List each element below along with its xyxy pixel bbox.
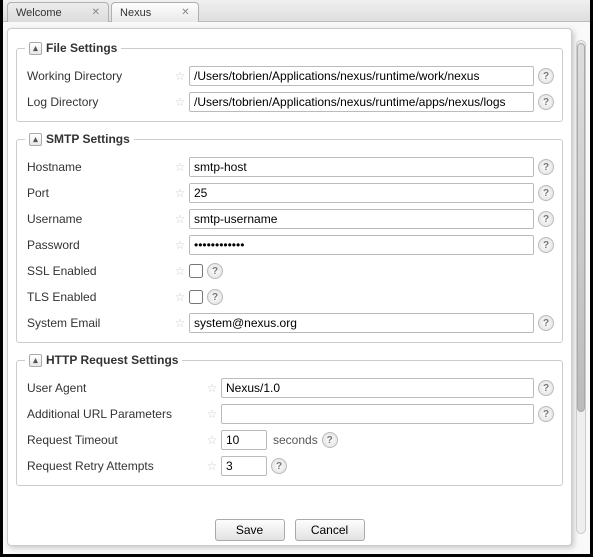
tab-welcome[interactable]: Welcome ✕	[7, 2, 109, 22]
smtp-settings-group: ▴ SMTP Settings Hostname ☆ ? Port ☆ ? Us…	[16, 132, 563, 343]
help-icon[interactable]: ?	[538, 159, 554, 175]
help-icon[interactable]: ?	[538, 380, 554, 396]
cancel-button[interactable]: Cancel	[295, 519, 365, 541]
star-icon: ☆	[173, 186, 187, 200]
help-icon[interactable]: ?	[207, 263, 223, 279]
help-icon[interactable]: ?	[207, 289, 223, 305]
collapse-icon[interactable]: ▴	[29, 133, 42, 146]
log-directory-input[interactable]	[189, 92, 534, 112]
star-icon: ☆	[173, 212, 187, 226]
file-settings-group: ▴ File Settings Working Directory ☆ ? Lo…	[16, 41, 563, 122]
save-button[interactable]: Save	[215, 519, 285, 541]
port-label: Port	[25, 186, 173, 200]
star-icon: ☆	[205, 381, 219, 395]
working-directory-label: Working Directory	[25, 69, 173, 83]
working-directory-input[interactable]	[189, 66, 534, 86]
request-timeout-input[interactable]	[221, 430, 267, 450]
star-icon: ☆	[173, 238, 187, 252]
scrollbar[interactable]	[576, 40, 586, 534]
help-icon[interactable]: ?	[538, 68, 554, 84]
help-icon[interactable]: ?	[538, 315, 554, 331]
tab-nexus[interactable]: Nexus ✕	[111, 2, 199, 22]
star-icon: ☆	[173, 264, 187, 278]
star-icon: ☆	[173, 69, 187, 83]
tls-enabled-checkbox[interactable]	[189, 290, 203, 304]
username-label: Username	[25, 212, 173, 226]
password-label: Password	[25, 238, 173, 252]
tab-welcome-label: Welcome	[16, 7, 62, 19]
addl-url-params-label: Additional URL Parameters	[25, 407, 205, 421]
footer-buttons: Save Cancel	[8, 519, 571, 541]
close-icon[interactable]: ✕	[181, 7, 189, 18]
log-directory-label: Log Directory	[25, 95, 173, 109]
help-icon[interactable]: ?	[538, 406, 554, 422]
password-input[interactable]	[189, 235, 534, 255]
hostname-label: Hostname	[25, 160, 173, 174]
star-icon: ☆	[173, 316, 187, 330]
request-retry-input[interactable]	[221, 456, 267, 476]
system-email-input[interactable]	[189, 313, 534, 333]
star-icon: ☆	[205, 433, 219, 447]
request-retry-label: Request Retry Attempts	[25, 459, 205, 473]
collapse-icon[interactable]: ▴	[29, 354, 42, 367]
file-settings-legend: File Settings	[46, 41, 117, 55]
username-input[interactable]	[189, 209, 534, 229]
http-settings-legend: HTTP Request Settings	[46, 353, 178, 367]
smtp-settings-legend: SMTP Settings	[46, 132, 130, 146]
port-input[interactable]	[189, 183, 534, 203]
addl-url-params-input[interactable]	[221, 404, 534, 424]
collapse-icon[interactable]: ▴	[29, 42, 42, 55]
close-icon[interactable]: ✕	[92, 7, 100, 18]
user-agent-input[interactable]	[221, 378, 534, 398]
tab-nexus-label: Nexus	[120, 7, 151, 19]
help-icon[interactable]: ?	[271, 458, 287, 474]
star-icon: ☆	[173, 160, 187, 174]
star-icon: ☆	[173, 95, 187, 109]
help-icon[interactable]: ?	[322, 432, 338, 448]
timeout-suffix: seconds	[273, 433, 318, 447]
star-icon: ☆	[205, 459, 219, 473]
help-icon[interactable]: ?	[538, 94, 554, 110]
help-icon[interactable]: ?	[538, 211, 554, 227]
help-icon[interactable]: ?	[538, 237, 554, 253]
user-agent-label: User Agent	[25, 381, 205, 395]
system-email-label: System Email	[25, 316, 173, 330]
help-icon[interactable]: ?	[538, 185, 554, 201]
star-icon: ☆	[173, 290, 187, 304]
ssl-enabled-label: SSL Enabled	[25, 264, 173, 278]
tls-enabled-label: TLS Enabled	[25, 290, 173, 304]
ssl-enabled-checkbox[interactable]	[189, 264, 203, 278]
star-icon: ☆	[205, 407, 219, 421]
scrollbar-thumb[interactable]	[577, 43, 585, 412]
http-settings-group: ▴ HTTP Request Settings User Agent ☆ ? A…	[16, 353, 563, 486]
tab-bar: Welcome ✕ Nexus ✕	[3, 0, 590, 22]
request-timeout-label: Request Timeout	[25, 433, 205, 447]
hostname-input[interactable]	[189, 157, 534, 177]
settings-panel: ▴ File Settings Working Directory ☆ ? Lo…	[7, 28, 572, 546]
